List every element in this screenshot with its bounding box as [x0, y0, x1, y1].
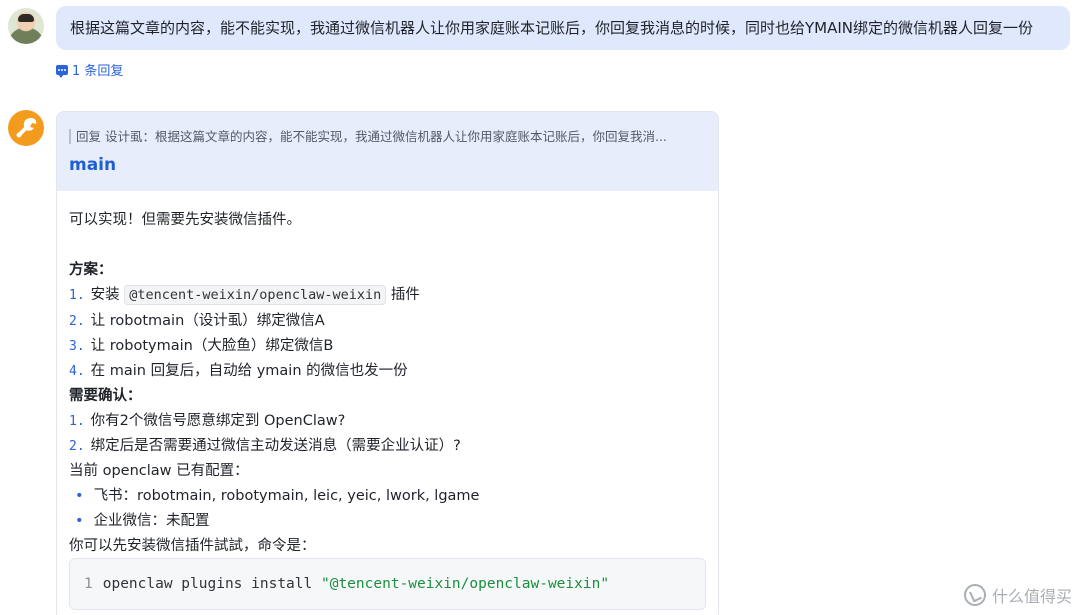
- code-line-number: 1: [84, 576, 93, 592]
- confirm-heading: 需要确认：: [69, 388, 142, 404]
- plan-item-2: 2. 让 robotmain（设计虱）绑定微信A: [69, 313, 325, 329]
- smzdm-logo-icon: [963, 584, 986, 606]
- comment-icon: [56, 64, 68, 78]
- bot-message-card: 回复 设计虱：根据这篇文章的内容，能不能实现，我通过微信机器人让你用家庭账本记账…: [56, 111, 719, 615]
- watermark: 什么值得买: [963, 583, 1072, 607]
- bot-sender-name[interactable]: main: [69, 155, 116, 175]
- try-command-text: 你可以先安装微信插件試試，命令是：: [69, 538, 316, 554]
- inline-code: @tencent-weixin/openclaw-weixin: [124, 285, 387, 305]
- intro-text: 可以实现！但需要先安装微信插件。: [69, 212, 301, 228]
- reply-count-label: 1 条回复: [72, 64, 124, 79]
- plan-item-4: 4. 在 main 回复后，自动给 ymain 的微信也发一份: [69, 363, 408, 379]
- code-block[interactable]: 1 openclaw plugins install "@tencent-weix…: [69, 558, 706, 610]
- config-item-2: • 企业微信：未配置: [75, 513, 210, 529]
- code-string: "@tencent-weixin/openclaw-weixin": [320, 576, 610, 592]
- bot-message-header: 回复 设计虱：根据这篇文章的内容，能不能实现，我通过微信机器人让你用家庭账本记账…: [57, 112, 718, 191]
- plan-heading: 方案：: [69, 262, 113, 278]
- confirm-item-1: 1. 你有2个微信号愿意绑定到 OpenClaw?: [69, 413, 346, 429]
- lobster-claw-icon[interactable]: [8, 110, 44, 146]
- confirm-item-2: 2. 绑定后是否需要通过微信主动发送消息（需要企业认证）?: [69, 438, 461, 454]
- user-avatar[interactable]: [8, 8, 44, 44]
- code-command: openclaw plugins install: [102, 576, 321, 592]
- user-message-bubble: 根据这篇文章的内容，能不能实现，我通过微信机器人让你用家庭账本记账后，你回复我消…: [56, 6, 1070, 50]
- config-intro: 当前 openclaw 已有配置：: [69, 463, 249, 479]
- reply-count-link[interactable]: 1 条回复: [56, 60, 123, 79]
- plan-item-3: 3. 让 robotymain（大脸鱼）绑定微信B: [69, 338, 334, 354]
- quoted-reply[interactable]: 回复 设计虱：根据这篇文章的内容，能不能实现，我通过微信机器人让你用家庭账本记账…: [69, 129, 667, 144]
- chat-page: 根据这篇文章的内容，能不能实现，我通过微信机器人让你用家庭账本记账后，你回复我消…: [0, 0, 1080, 615]
- plan-item-1: 1. 安装 @tencent-weixin/openclaw-weixin 插件: [69, 285, 420, 305]
- watermark-text: 什么值得买: [991, 587, 1072, 606]
- config-item-1: • 飞书：robotmain, robotymain, leic, yeic, l…: [75, 488, 480, 504]
